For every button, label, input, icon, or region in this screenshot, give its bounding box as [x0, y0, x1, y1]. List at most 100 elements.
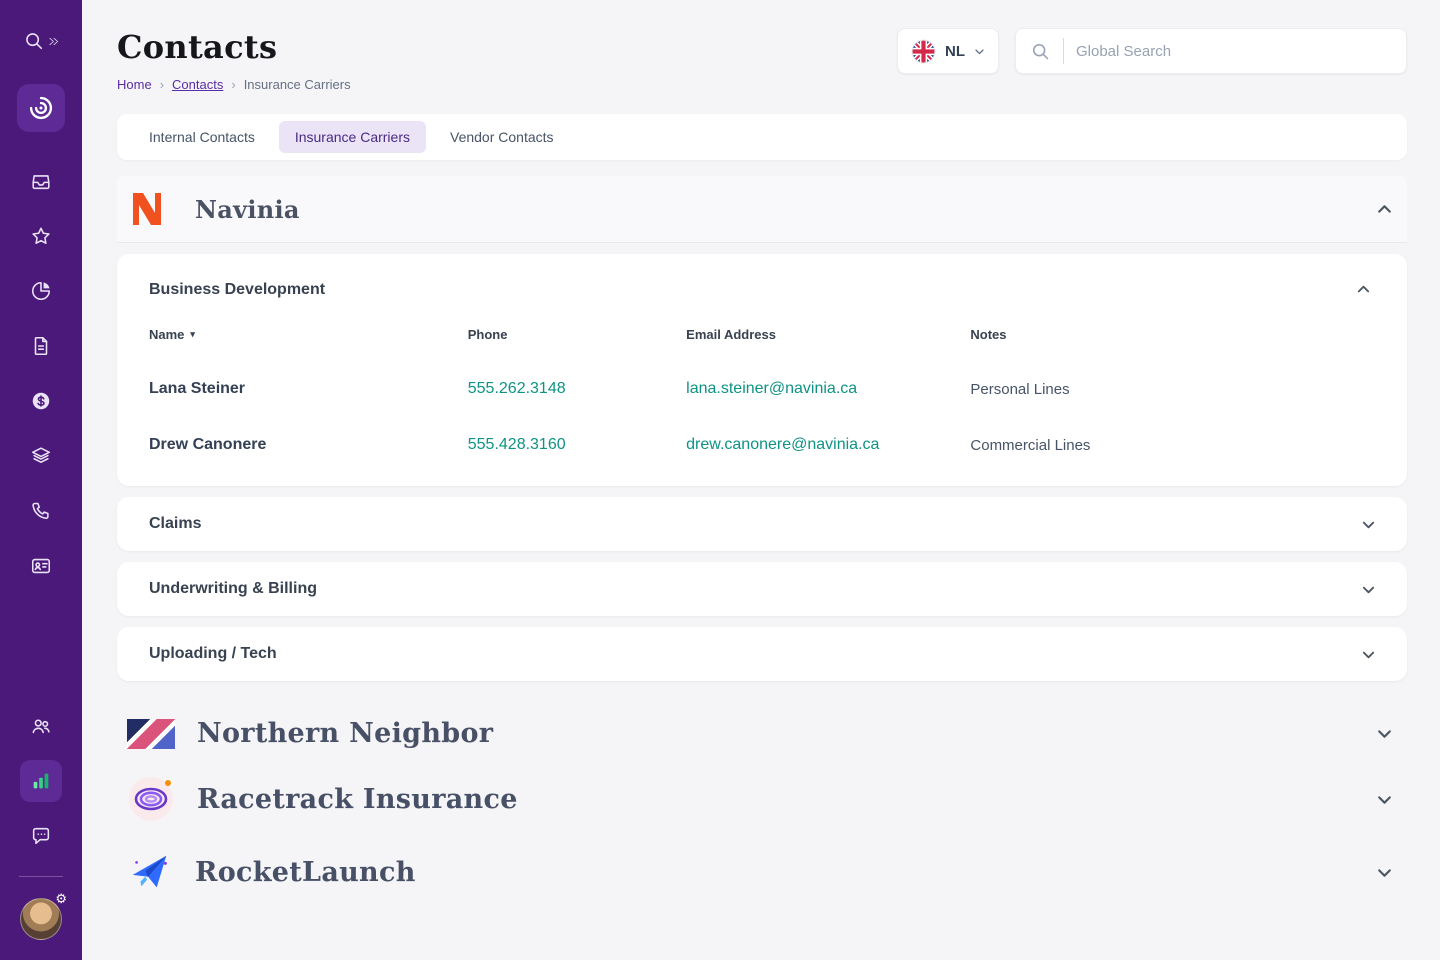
column-label: Phone: [468, 327, 508, 342]
phone-icon: [30, 500, 52, 522]
rocketlaunch-logo-icon: [127, 849, 173, 895]
sidebar-item-analytics[interactable]: [20, 760, 62, 802]
contacts-tabs: Internal Contacts Insurance Carriers Ven…: [117, 114, 1407, 160]
contact-email-link[interactable]: drew.canonere@navinia.ca: [676, 436, 970, 454]
search-icon: [23, 30, 45, 52]
carrier-name: Racetrack Insurance: [197, 784, 518, 815]
section-business-development: Business Development Name ▾ Phone Email …: [117, 254, 1407, 486]
sidebar-search-button[interactable]: [23, 30, 59, 52]
sidebar-item-reports[interactable]: [20, 270, 62, 312]
section-uploading-tech[interactable]: Uploading / Tech: [117, 627, 1407, 681]
contact-notes: Personal Lines: [970, 381, 1375, 398]
chevron-down-icon[interactable]: [1372, 787, 1397, 812]
sidebar-item-contacts[interactable]: [20, 545, 62, 587]
sort-desc-icon: ▾: [190, 329, 195, 340]
section-title: Business Development: [149, 281, 325, 299]
column-header-name[interactable]: Name ▾: [149, 327, 468, 342]
inbox-icon: [30, 170, 52, 192]
title-block: Contacts Home Contacts Insurance Carrier…: [117, 28, 351, 92]
column-label: Name: [149, 327, 184, 342]
sidebar-item-documents[interactable]: [20, 325, 62, 367]
bar-chart-icon: [30, 770, 52, 792]
users-icon: [30, 715, 52, 737]
sidebar: ⚙: [0, 0, 82, 960]
section-title: Claims: [149, 515, 201, 533]
logo-swirl-icon: [27, 94, 55, 122]
pie-chart-icon: [30, 280, 52, 302]
column-label: Notes: [970, 327, 1006, 342]
tab-insurance-carriers[interactable]: Insurance Carriers: [279, 121, 426, 153]
section-underwriting-billing[interactable]: Underwriting & Billing: [117, 562, 1407, 616]
sidebar-bottom-group: ⚙: [19, 705, 63, 940]
chevron-down-icon[interactable]: [1372, 721, 1397, 746]
northern-neighbor-logo-icon: [127, 719, 175, 749]
column-header-email: Email Address: [676, 327, 970, 342]
column-header-notes: Notes: [970, 327, 1375, 342]
breadcrumb-separator: [160, 77, 164, 92]
tab-internal-contacts[interactable]: Internal Contacts: [133, 121, 271, 153]
global-search-input[interactable]: [1063, 38, 1392, 64]
contact-name: Drew Canonere: [149, 436, 468, 454]
carrier-name: RocketLaunch: [195, 857, 416, 888]
language-code: NL: [945, 43, 965, 60]
app-logo[interactable]: [17, 84, 65, 132]
chevrons-right-icon: [48, 36, 59, 47]
table-header-row: Name ▾ Phone Email Address Notes: [149, 327, 1375, 342]
chevron-down-icon[interactable]: [1357, 643, 1380, 666]
navinia-logo-icon: [127, 189, 167, 229]
breadcrumb-contacts-link[interactable]: Contacts: [172, 77, 223, 92]
section-claims[interactable]: Claims: [117, 497, 1407, 551]
chevron-down-icon[interactable]: [1357, 513, 1380, 536]
sidebar-item-billing[interactable]: [20, 380, 62, 422]
chevron-down-icon[interactable]: [1372, 860, 1397, 885]
language-selector[interactable]: NL: [897, 28, 999, 74]
chevron-up-icon[interactable]: [1352, 278, 1375, 301]
sidebar-divider: [19, 876, 63, 877]
column-header-phone: Phone: [468, 327, 676, 342]
layers-icon: [30, 445, 52, 467]
sidebar-item-education[interactable]: [20, 435, 62, 477]
contact-notes: Commercial Lines: [970, 437, 1375, 454]
uk-flag-icon: [911, 39, 936, 64]
carrier-navinia-header[interactable]: Navinia: [117, 176, 1407, 243]
document-icon: [30, 335, 52, 357]
header-controls: NL: [897, 28, 1407, 74]
star-icon: [30, 225, 52, 247]
contact-phone-link[interactable]: 555.428.3160: [468, 436, 676, 454]
carrier-name: Northern Neighbor: [197, 718, 493, 749]
tab-vendor-contacts[interactable]: Vendor Contacts: [434, 121, 570, 153]
main-content: Contacts Home Contacts Insurance Carrier…: [82, 0, 1440, 960]
carrier-rocketlaunch[interactable]: RocketLaunch: [117, 836, 1407, 908]
contact-email-link[interactable]: lana.steiner@navinia.ca: [676, 380, 970, 398]
carrier-name: Navinia: [195, 195, 300, 224]
sidebar-item-users[interactable]: [20, 705, 62, 747]
sidebar-item-chat[interactable]: [20, 815, 62, 857]
table-row: Drew Canonere 555.428.3160 drew.canonere…: [149, 436, 1375, 454]
breadcrumb-home-link[interactable]: Home: [117, 77, 152, 92]
gear-icon: ⚙: [55, 892, 67, 905]
contact-name: Lana Steiner: [149, 380, 468, 398]
carrier-racetrack-insurance[interactable]: Racetrack Insurance: [117, 762, 1407, 836]
breadcrumb-current: Insurance Carriers: [244, 77, 351, 92]
dollar-icon: [30, 390, 52, 412]
chevron-up-icon[interactable]: [1372, 197, 1397, 222]
carrier-northern-neighbor[interactable]: Northern Neighbor: [117, 705, 1407, 762]
sidebar-item-favorites[interactable]: [20, 215, 62, 257]
page-title: Contacts: [117, 28, 351, 66]
chevron-down-icon: [974, 46, 985, 57]
racetrack-logo-icon: [127, 775, 175, 823]
chevron-down-icon[interactable]: [1357, 578, 1380, 601]
page-header: Contacts Home Contacts Insurance Carrier…: [117, 28, 1407, 92]
sidebar-nav: [20, 160, 62, 587]
global-search: [1015, 28, 1407, 74]
breadcrumb-separator: [231, 77, 235, 92]
sidebar-item-calls[interactable]: [20, 490, 62, 532]
section-title: Underwriting & Billing: [149, 580, 317, 598]
chat-icon: [30, 825, 52, 847]
column-label: Email Address: [686, 327, 776, 342]
carrier-navinia: Navinia Business Development Name ▾ Phon…: [117, 176, 1407, 681]
contact-phone-link[interactable]: 555.262.3148: [468, 380, 676, 398]
sidebar-item-inbox[interactable]: [20, 160, 62, 202]
user-menu[interactable]: ⚙: [20, 898, 62, 940]
section-header[interactable]: Business Development: [149, 278, 1375, 301]
